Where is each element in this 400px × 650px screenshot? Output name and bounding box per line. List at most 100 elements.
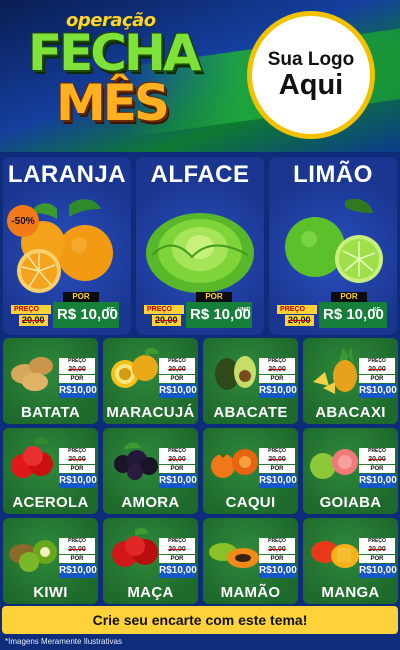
new-price: R$10,00 (159, 384, 197, 398)
product-card-maracujá: PREÇO 20,00 POR R$10,00 MARACUJÁ (103, 338, 198, 424)
por-label: POR (359, 375, 395, 383)
product-name: MANGA (321, 584, 380, 601)
preco-label: PREÇO (359, 448, 395, 455)
papaya-icon (209, 543, 259, 568)
footnote: *Imagens Meramente Ilustrativas (5, 637, 122, 646)
new-price: R$10,00 (59, 384, 97, 398)
old-price: 20,00 (59, 545, 95, 554)
product-name: ACEROLA (12, 494, 89, 511)
preco-label: PREÇO (259, 358, 295, 365)
por-label: POR (159, 375, 195, 383)
acerola-icon (11, 437, 53, 478)
potato-icon (11, 357, 53, 391)
preco-label: PREÇO (159, 448, 195, 455)
new-price: R$10,00 (259, 474, 297, 488)
product-card-kiwi: PREÇO 20,00 POR R$10,00 KIWI (3, 518, 98, 604)
new-price: R$10,00 (359, 384, 397, 398)
product-card-mamão: PREÇO 20,00 POR R$10,00 MAMÃO (203, 518, 298, 604)
product-name: KIWI (33, 584, 68, 601)
lettuce-icon (146, 213, 254, 293)
por-label: POR (59, 555, 95, 563)
old-price: 20,00 (285, 315, 314, 326)
new-price: R$10,00 (59, 564, 97, 578)
por-label: POR (259, 375, 295, 383)
por-label: POR (59, 375, 95, 383)
passion-fruit-icon (111, 347, 159, 388)
product-name: ABACAXI (315, 404, 386, 421)
pineapple-icon (313, 346, 357, 394)
por-label: POR (359, 465, 395, 473)
por-label: POR (59, 465, 95, 473)
new-price: R$10,00 (359, 564, 397, 578)
featured-title: LARANJA (7, 161, 127, 188)
price-tag: PREÇO 20,00 POR R$10,00 (59, 448, 97, 496)
old-price: 20,00 (359, 455, 395, 464)
unit-label: UNID (238, 307, 251, 313)
discount-badge: -50% (7, 205, 39, 237)
featured-card-alface: ALFACE POR PREÇO 20,00 R$ 10,00 UNID (136, 157, 264, 335)
por-label: POR (159, 555, 195, 563)
product-card-caqui: PREÇO 20,00 POR R$10,00 CAQUI (203, 428, 298, 514)
old-price: 20,00 (359, 365, 395, 374)
por-label: POR (259, 465, 295, 473)
preco-label: PREÇO (159, 538, 195, 545)
product-card-batata: PREÇO 20,00 POR R$10,00 BATATA (3, 338, 98, 424)
preco-label: PREÇO (359, 358, 395, 365)
por-label: POR (159, 465, 195, 473)
store-logo-placeholder: Sua Logo Aqui (247, 11, 375, 139)
new-price: R$10,00 (359, 474, 397, 488)
price-tag: PREÇO 20,00 POR R$10,00 (159, 448, 197, 496)
preco-label: PREÇO (144, 305, 184, 314)
preco-label: PREÇO (59, 358, 95, 365)
old-price: 20,00 (159, 455, 195, 464)
guava-icon (310, 449, 358, 479)
preco-label: PREÇO (159, 358, 195, 365)
preco-label: PREÇO (359, 538, 395, 545)
kiwi-icon (9, 540, 57, 572)
product-card-goiaba: PREÇO 20,00 POR R$10,00 GOIABA (303, 428, 398, 514)
product-name: MAMÃO (220, 584, 281, 601)
unit-label: KG (373, 307, 381, 313)
avocado-icon (215, 356, 256, 390)
por-label: POR (359, 555, 395, 563)
store-logo-line-1: Sua Logo (267, 48, 355, 70)
product-name: MARACUJÁ (106, 404, 195, 421)
new-price: R$ 10,00 (319, 302, 387, 328)
price-tag: PREÇO 20,00 POR R$10,00 (359, 358, 397, 406)
price-tag: PREÇO 20,00 POR R$10,00 (159, 538, 197, 586)
logo-word-mes: MÊS (56, 74, 170, 132)
new-price: R$ 10,00 (53, 302, 119, 328)
product-card-manga: PREÇO 20,00 POR R$10,00 MANGA (303, 518, 398, 604)
old-price: 20,00 (259, 455, 295, 464)
product-card-abacate: PREÇO 20,00 POR R$10,00 ABACATE (203, 338, 298, 424)
price-tag: PREÇO 20,00 POR R$10,00 (59, 538, 97, 586)
preco-label: PREÇO (59, 448, 95, 455)
product-card-maça: PREÇO 20,00 POR R$10,00 MAÇA (103, 518, 198, 604)
price-tag: PREÇO 20,00 POR R$10,00 (159, 358, 197, 406)
product-card-amora: PREÇO 20,00 POR R$10,00 AMORA (103, 428, 198, 514)
preco-label: PREÇO (259, 538, 295, 545)
featured-title: LIMÃO (293, 161, 373, 188)
price-tag: PREÇO 20,00 POR R$10,00 (359, 538, 397, 586)
lime-icon (285, 198, 383, 283)
new-price: R$10,00 (59, 474, 97, 488)
product-name: CAQUI (225, 494, 276, 511)
por-label: POR (331, 292, 367, 302)
product-name: BATATA (20, 404, 80, 421)
product-name: ABACATE (213, 404, 288, 421)
new-price: R$10,00 (159, 564, 197, 578)
preco-label: PREÇO (59, 538, 95, 545)
store-logo-line-2: Aqui (278, 68, 344, 101)
product-card-acerola: PREÇO 20,00 POR R$10,00 ACEROLA (3, 428, 98, 514)
blackberry-icon (114, 442, 158, 480)
price-tag: PREÇO 20,00 POR R$10,00 (259, 448, 297, 496)
old-price: 20,00 (359, 545, 395, 554)
price-tag: PREÇO 20,00 POR R$10,00 (59, 358, 97, 406)
new-price: R$10,00 (259, 384, 297, 398)
old-price: 20,00 (19, 315, 48, 326)
product-card-abacaxi: PREÇO 20,00 POR R$10,00 ABACAXI (303, 338, 398, 424)
persimmon-icon (211, 449, 258, 478)
por-label: POR (259, 555, 295, 563)
unit-label: KG (107, 307, 115, 313)
por-label: POR (63, 292, 99, 302)
